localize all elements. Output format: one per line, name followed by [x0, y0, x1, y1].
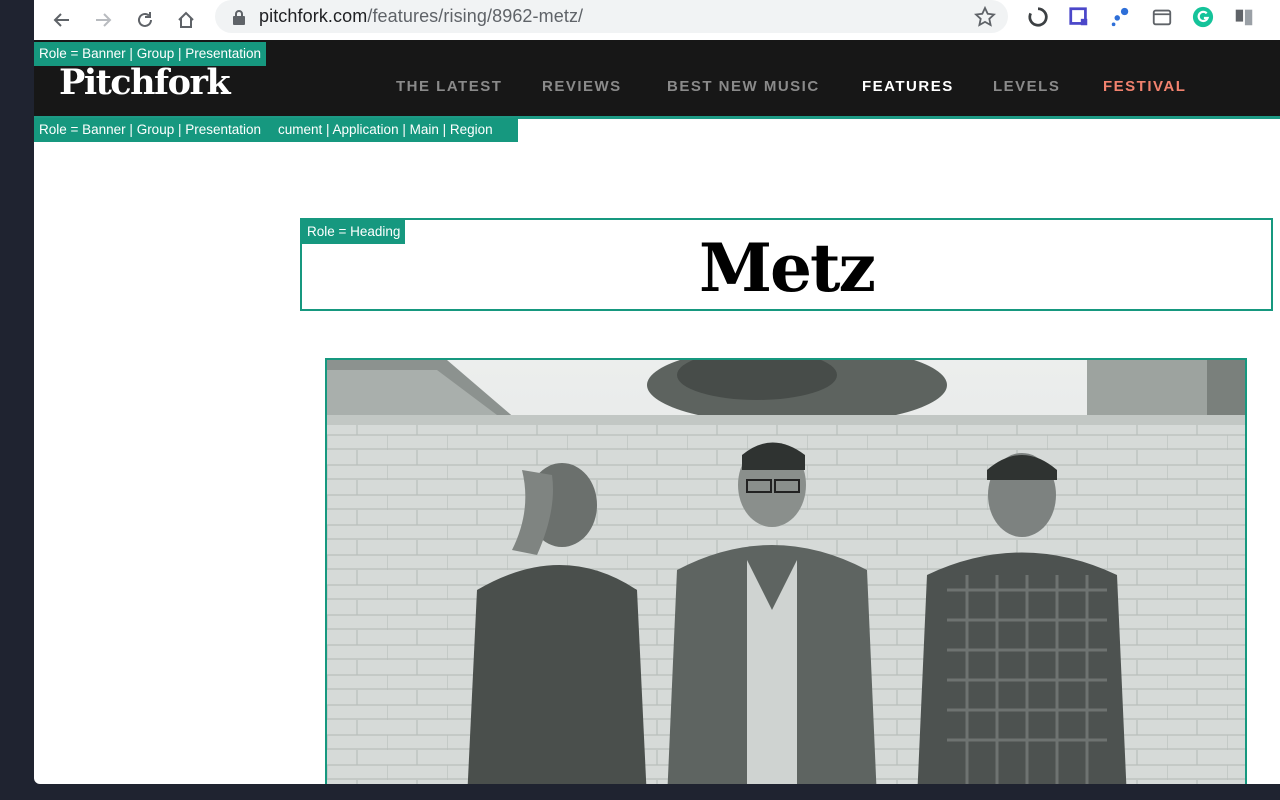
- browser-window: pitchfork.com/features/rising/8962-metz/…: [34, 0, 1280, 784]
- back-button[interactable]: [48, 6, 76, 34]
- grammarly-icon[interactable]: [1191, 5, 1215, 29]
- extension-4-icon[interactable]: [1150, 5, 1174, 29]
- nav-festival[interactable]: FESTIVAL: [1103, 78, 1186, 95]
- back-arrow-icon: [53, 13, 69, 27]
- nav-reviews[interactable]: REVIEWS: [542, 78, 622, 95]
- home-icon: [178, 11, 194, 28]
- forward-button[interactable]: [89, 6, 117, 34]
- extension-3-icon[interactable]: [1108, 5, 1132, 29]
- forward-arrow-icon: [96, 13, 112, 27]
- band-photo: [327, 360, 1245, 784]
- url-text[interactable]: pitchfork.com/features/rising/8962-metz/: [259, 6, 583, 27]
- url-host: pitchfork.com: [259, 6, 368, 26]
- pitchfork-logo[interactable]: Pitchfork: [59, 62, 231, 103]
- home-button[interactable]: [172, 6, 200, 34]
- article-title: Metz: [698, 229, 876, 307]
- hero-image: [325, 358, 1247, 784]
- address-bar[interactable]: pitchfork.com/features/rising/8962-metz/: [215, 0, 1008, 33]
- url-path: /features/rising/8962-metz/: [367, 6, 584, 26]
- nav-best-new-music[interactable]: BEST NEW MUSIC: [667, 78, 820, 95]
- nav-features[interactable]: FEATURES: [862, 78, 954, 95]
- extension-1-icon[interactable]: [1026, 5, 1050, 29]
- nav-levels[interactable]: LEVELS: [993, 78, 1060, 95]
- lock-icon: [233, 10, 245, 25]
- reload-button[interactable]: [131, 6, 159, 34]
- main-role-text: Role = Banner | Group | Presentation: [39, 122, 262, 137]
- reload-icon: [138, 12, 152, 27]
- main-role-overlap-text: cument | Application | Main | Region: [276, 118, 493, 142]
- extension-2-icon[interactable]: [1067, 5, 1091, 29]
- banner-role-tag: Role = Banner | Group | Presentation: [34, 42, 267, 66]
- browser-toolbar: pitchfork.com/features/rising/8962-metz/: [34, 0, 1280, 40]
- star-icon[interactable]: [974, 6, 996, 28]
- heading-box: Role = Heading Metz: [300, 218, 1273, 311]
- nav-the-latest[interactable]: THE LATEST: [396, 78, 502, 95]
- extension-6-icon[interactable]: [1232, 5, 1256, 29]
- main-role-tag: Role = Banner | Group | Presentation cum…: [34, 118, 518, 142]
